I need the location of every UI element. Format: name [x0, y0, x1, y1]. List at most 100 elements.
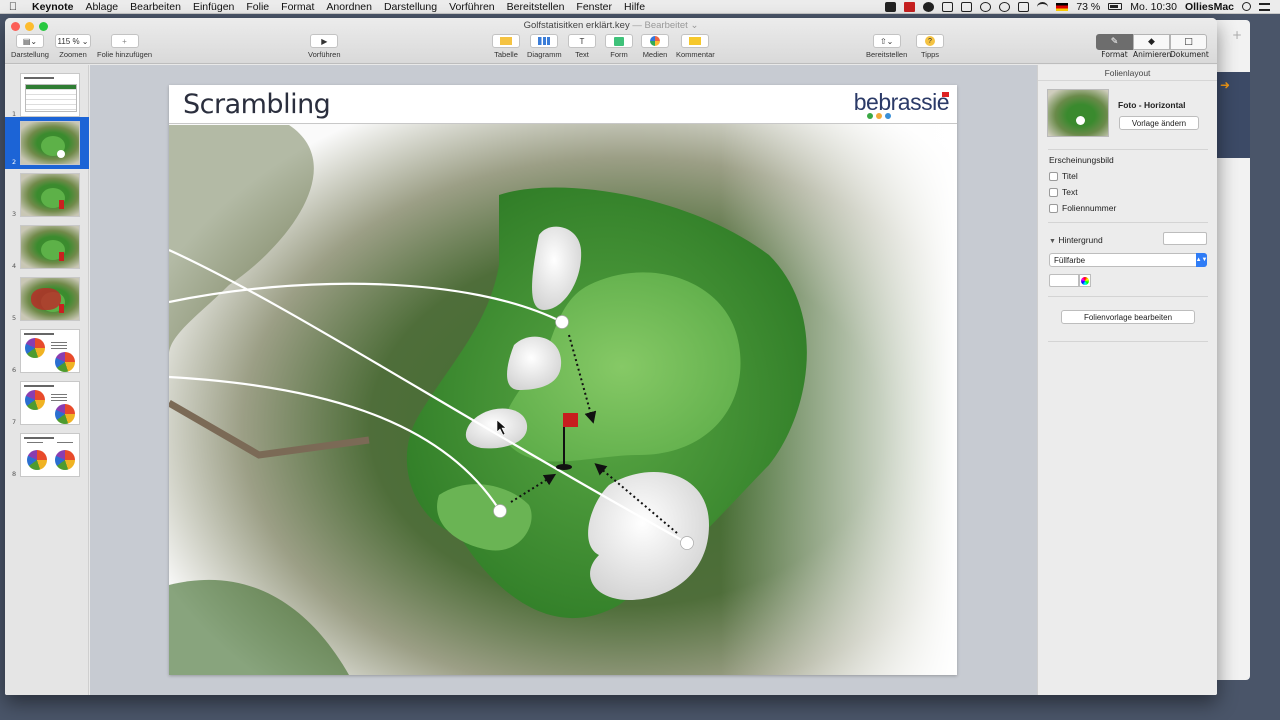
slide-number: 4 — [12, 262, 17, 270]
document-title: Golfstatisitken erklärt.key — Bearbeitet… — [5, 20, 1217, 31]
screen-icon[interactable] — [1018, 1, 1030, 12]
tab-format[interactable]: Format — [1096, 50, 1133, 59]
menu-vorfuehren[interactable]: Vorführen — [443, 1, 501, 13]
inspector-panel: Folienlayout Foto - Horizontal Vorlage ä… — [1037, 65, 1217, 695]
document-name: Golfstatisitken erklärt.key — [523, 20, 630, 31]
add-slide-button[interactable]: + Folie hinzufügen — [97, 34, 152, 59]
title-divider — [169, 123, 957, 124]
color-wheel-icon[interactable] — [1079, 274, 1091, 287]
share-button[interactable]: ⇧⌄ Bereitstellen — [866, 34, 907, 59]
slide-number: 2 — [12, 158, 17, 166]
share-icon: ⇧⌄ — [872, 34, 901, 48]
battery-icon[interactable] — [1108, 3, 1123, 10]
brand-dot — [867, 113, 873, 119]
slide-number: 3 — [12, 210, 17, 218]
slide-thumbnail-1[interactable]: 1 — [5, 69, 89, 121]
menu-ablage[interactable]: Ablage — [79, 1, 124, 13]
background-color-well[interactable] — [1163, 232, 1207, 245]
table-button[interactable]: Tabelle — [492, 34, 520, 59]
flag-icon — [563, 413, 578, 427]
apple-icon[interactable]:  — [0, 1, 26, 13]
checkbox-titel[interactable]: Titel — [1049, 171, 1078, 181]
document-status[interactable]: — Bearbeitet ⌄ — [632, 20, 698, 31]
menu-darstellung[interactable]: Darstellung — [378, 1, 443, 13]
menu-einfuegen[interactable]: Einfügen — [187, 1, 240, 13]
slide-preview — [20, 277, 80, 321]
tips-button[interactable]: ? Tipps — [916, 34, 944, 59]
change-template-button[interactable]: Vorlage ändern — [1119, 116, 1199, 130]
menu-anordnen[interactable]: Anordnen — [320, 1, 378, 13]
chart-icon — [530, 34, 559, 48]
slide-title[interactable]: Scrambling — [183, 89, 331, 120]
wifi-icon[interactable] — [1037, 1, 1049, 12]
golf-ball — [680, 536, 694, 550]
airplay-icon[interactable] — [961, 1, 973, 12]
comment-icon — [681, 34, 710, 48]
comment-button[interactable]: Kommentar — [676, 34, 715, 59]
play-button[interactable]: ▶ Vorführen — [308, 34, 341, 59]
menu-format[interactable]: Format — [275, 1, 320, 13]
brand-dots — [867, 113, 891, 119]
menu-bereitstellen[interactable]: Bereitstellen — [501, 1, 571, 13]
dropbox-icon[interactable] — [885, 1, 897, 12]
chevron-updown-icon: ▲▼ — [1196, 253, 1207, 267]
layout-thumbnail[interactable] — [1047, 89, 1109, 137]
media-icon — [641, 34, 669, 48]
slide-number: 6 — [12, 366, 17, 374]
slide-thumbnail-4[interactable]: 4 — [5, 221, 89, 273]
slide-preview — [20, 381, 80, 425]
tab-animieren[interactable]: Animieren — [1133, 50, 1171, 59]
checkbox-foliennummer[interactable]: Foliennummer — [1049, 203, 1116, 213]
slide-navigator: 1 2 3 4 5 6 7 8 — [5, 65, 89, 695]
slide-thumbnail-3[interactable]: 3 — [5, 169, 89, 221]
slide-thumbnail-2[interactable]: 2 — [5, 117, 89, 169]
menu-folie[interactable]: Folie — [240, 1, 275, 13]
user-name[interactable]: OlliesMac — [1185, 1, 1234, 13]
creative-cloud-icon[interactable] — [923, 1, 935, 12]
list-icon[interactable] — [1259, 2, 1270, 11]
zoom-button[interactable]: 115 % ⌄ Zoomen — [55, 34, 91, 59]
background-section[interactable]: ▼ Hintergrund — [1049, 235, 1103, 245]
slide-thumbnail-7[interactable]: 7 — [5, 377, 89, 429]
time-machine-icon[interactable] — [980, 1, 992, 12]
keynote-window: Golfstatisitken erklärt.key — Bearbeitet… — [5, 18, 1217, 695]
search-icon[interactable] — [1242, 2, 1251, 11]
slide-thumbnail-5[interactable]: 5 — [5, 273, 89, 325]
golf-hole-illustration — [169, 85, 957, 675]
checkbox-text[interactable]: Text — [1049, 187, 1078, 197]
view-button[interactable]: ▤⌄ Darstellung — [11, 34, 49, 59]
fill-type-select[interactable]: Füllfarbe ▲▼ — [1049, 253, 1207, 267]
media-button[interactable]: Medien — [641, 34, 669, 59]
adobe-icon[interactable] — [904, 1, 916, 12]
tab-dokument[interactable]: Dokument — [1170, 50, 1209, 59]
paintbrush-icon[interactable]: ✎ — [1096, 34, 1133, 50]
menu-hilfe[interactable]: Hilfe — [618, 1, 651, 13]
clock[interactable]: Mo. 10:30 — [1130, 1, 1177, 13]
view-sidebar-icon: ▤⌄ — [15, 34, 44, 48]
edit-master-button[interactable]: Folienvorlage bearbeiten — [1061, 310, 1195, 324]
divider — [1048, 149, 1208, 150]
logo-flag-icon — [942, 92, 949, 97]
document-icon[interactable]: □ — [1170, 34, 1207, 50]
shape-icon — [605, 34, 633, 48]
chart-button[interactable]: Diagramm — [527, 34, 562, 59]
slide-thumbnail-6[interactable]: 6 — [5, 325, 89, 377]
fill-color-well[interactable] — [1049, 274, 1079, 287]
cloud-upload-icon[interactable] — [942, 1, 954, 12]
brand-logo: bebrassie — [853, 89, 950, 115]
layout-name: Foto - Horizontal — [1118, 100, 1186, 110]
slide-preview — [20, 73, 80, 117]
slide-thumbnail-8[interactable]: 8 — [5, 429, 89, 481]
zoom-value: 115 % ⌄ — [55, 34, 91, 48]
menu-fenster[interactable]: Fenster — [570, 1, 618, 13]
menu-bearbeiten[interactable]: Bearbeiten — [124, 1, 187, 13]
animate-icon[interactable]: ◆ — [1133, 34, 1170, 50]
slide[interactable]: Scrambling bebrassie — [169, 85, 957, 675]
flag-de-icon[interactable] — [1056, 2, 1069, 11]
slide-preview — [20, 225, 80, 269]
text-button[interactable]: T Text — [568, 34, 596, 59]
shape-button[interactable]: Form — [605, 34, 633, 59]
menu-keynote[interactable]: Keynote — [26, 1, 79, 13]
table-icon — [492, 34, 520, 48]
sync-icon[interactable] — [999, 1, 1011, 12]
